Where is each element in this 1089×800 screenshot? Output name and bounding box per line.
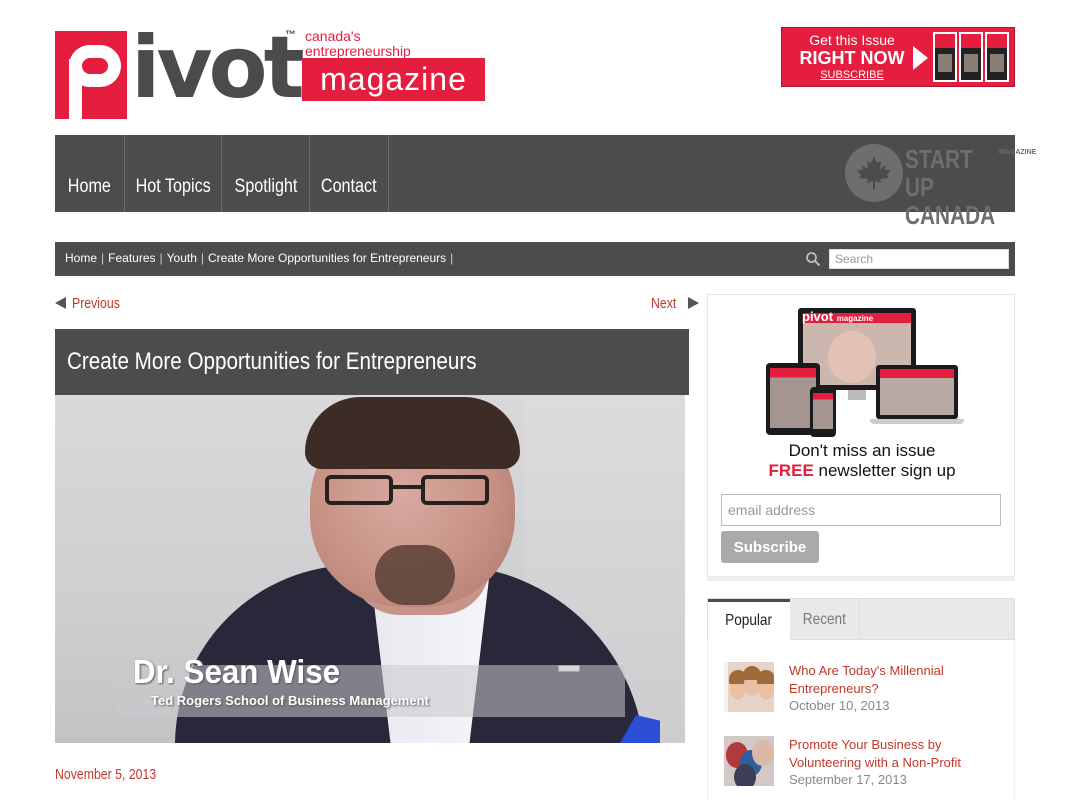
logo-tagline: canada's entrepreneurship <box>305 29 411 59</box>
post-title-link[interactable]: Who Are Today's Millennial Entrepreneurs… <box>789 662 1009 698</box>
popular-posts-list: Who Are Today's Millennial Entrepreneurs… <box>707 640 1015 800</box>
startup-canada-line2: CANADA <box>905 200 996 230</box>
article-title-bar: Create More Opportunities for Entreprene… <box>55 329 689 395</box>
post-thumbnail[interactable] <box>724 736 774 786</box>
devices-logo-word: pivot <box>802 309 834 324</box>
startup-canada-line1: START UP <box>905 144 973 202</box>
logo-tagline-line2: entrepreneurship <box>305 43 411 59</box>
search-input[interactable] <box>829 249 1009 269</box>
next-post-link[interactable]: Next <box>651 294 699 314</box>
newsletter-widget: pivot magazine Don't miss an issue FREE … <box>707 294 1015 580</box>
breadcrumb-features[interactable]: Features <box>108 251 155 265</box>
nav-spotlight[interactable]: Spotlight <box>222 135 310 212</box>
newsletter-subheadline: FREE newsletter sign up <box>708 461 1016 481</box>
promo-line2: RIGHT NOW <box>799 48 905 68</box>
previous-label: Previous <box>72 295 120 312</box>
promo-subscribe-link[interactable]: SUBSCRIBE <box>790 68 914 82</box>
breadcrumb: Home | Features | Youth | Create More Opportun… <box>65 242 457 276</box>
post-date: September 17, 2013 <box>789 772 907 787</box>
logo-magazine-label: magazine <box>302 58 485 101</box>
play-arrow-icon <box>913 46 928 70</box>
posts-tabs: Popular Recent <box>707 598 1015 640</box>
previous-post-link[interactable]: Previous <box>55 294 130 314</box>
arrow-left-icon <box>55 297 66 309</box>
magazine-covers-image <box>933 32 1011 84</box>
nav-hot-topics[interactable]: Hot Topics <box>125 135 222 212</box>
nav-home[interactable]: Home <box>55 135 125 212</box>
breadcrumb-bar: Home | Features | Youth | Create More Opportun… <box>55 242 1015 276</box>
breadcrumb-youth[interactable]: Youth <box>167 251 197 265</box>
nav-home-label: Home <box>67 176 112 197</box>
breadcrumb-separator: | <box>200 251 205 265</box>
promo-text: Get this Issue RIGHT NOW SUBSCRIBE <box>790 32 914 82</box>
nav-contact-label: Contact <box>321 176 377 197</box>
article-video-still[interactable]: Dr. Sean Wise Ted Rogers School of Busin… <box>55 395 685 743</box>
breadcrumb-separator: | <box>159 251 163 265</box>
nav-hot-topics-label: Hot Topics <box>135 176 211 197</box>
newsletter-signup-text: newsletter sign up <box>818 461 956 480</box>
devices-logo-magazine: magazine <box>836 314 874 323</box>
video-speaker-name: Dr. Sean Wise <box>133 653 341 690</box>
tab-recent[interactable]: Recent <box>790 599 860 640</box>
post-date: October 10, 2013 <box>789 698 890 713</box>
subscribe-button[interactable]: Subscribe <box>721 531 819 563</box>
post-thumbnail[interactable] <box>724 662 774 712</box>
devices-promo-image: pivot magazine <box>766 307 966 439</box>
main-navigation: Home Hot Topics Spotlight Contact START … <box>55 135 1037 229</box>
arrow-right-icon <box>687 297 699 309</box>
site-logo[interactable]: ivot ™ canada's entrepreneurship magazin… <box>55 25 485 119</box>
breadcrumb-current[interactable]: Create More Opportunities for Entreprene… <box>208 251 446 265</box>
next-label: Next <box>651 295 677 312</box>
logo-tagline-line1: canada's <box>305 28 361 44</box>
tab-popular[interactable]: Popular <box>708 599 790 640</box>
maple-leaf-icon <box>845 144 903 202</box>
free-label: FREE <box>768 461 814 480</box>
get-issue-promo-banner[interactable]: Get this Issue RIGHT NOW SUBSCRIBE <box>781 27 1015 87</box>
startup-canada-vertical-text: MAGAZINE <box>999 149 1037 156</box>
nav-contact[interactable]: Contact <box>310 135 389 212</box>
speaker-glasses <box>325 475 495 507</box>
logo-p-mark <box>55 31 127 119</box>
search-icon[interactable] <box>805 251 821 267</box>
email-field[interactable] <box>721 494 1001 526</box>
breadcrumb-separator: | <box>450 251 454 265</box>
devices-logo-text: pivot magazine <box>802 309 873 324</box>
breadcrumb-separator: | <box>101 251 105 265</box>
nav-spotlight-label: Spotlight <box>234 176 297 197</box>
startup-canada-logo[interactable]: START UP CANADA <box>905 145 1018 229</box>
article-title: Create More Opportunities for Entreprene… <box>67 348 477 375</box>
breadcrumb-home[interactable]: Home <box>65 251 97 265</box>
article-date-text: November 5, 2013 <box>55 766 157 783</box>
video-speaker-affiliation: Ted Rogers School of Business Management <box>151 693 429 708</box>
logo-wordmark: ivot <box>131 18 305 118</box>
tab-recent-label: Recent <box>802 611 847 628</box>
tab-popular-label: Popular <box>725 612 773 629</box>
article-date: November 5, 2013 <box>55 766 178 783</box>
newsletter-widget-footer <box>707 576 1015 581</box>
newsletter-headline: Don't miss an issue <box>788 441 936 460</box>
post-title-link[interactable]: Promote Your Business by Volunteering wi… <box>789 736 1009 772</box>
logo-trademark: ™ <box>285 29 296 41</box>
promo-line1: Get this Issue <box>809 32 895 48</box>
